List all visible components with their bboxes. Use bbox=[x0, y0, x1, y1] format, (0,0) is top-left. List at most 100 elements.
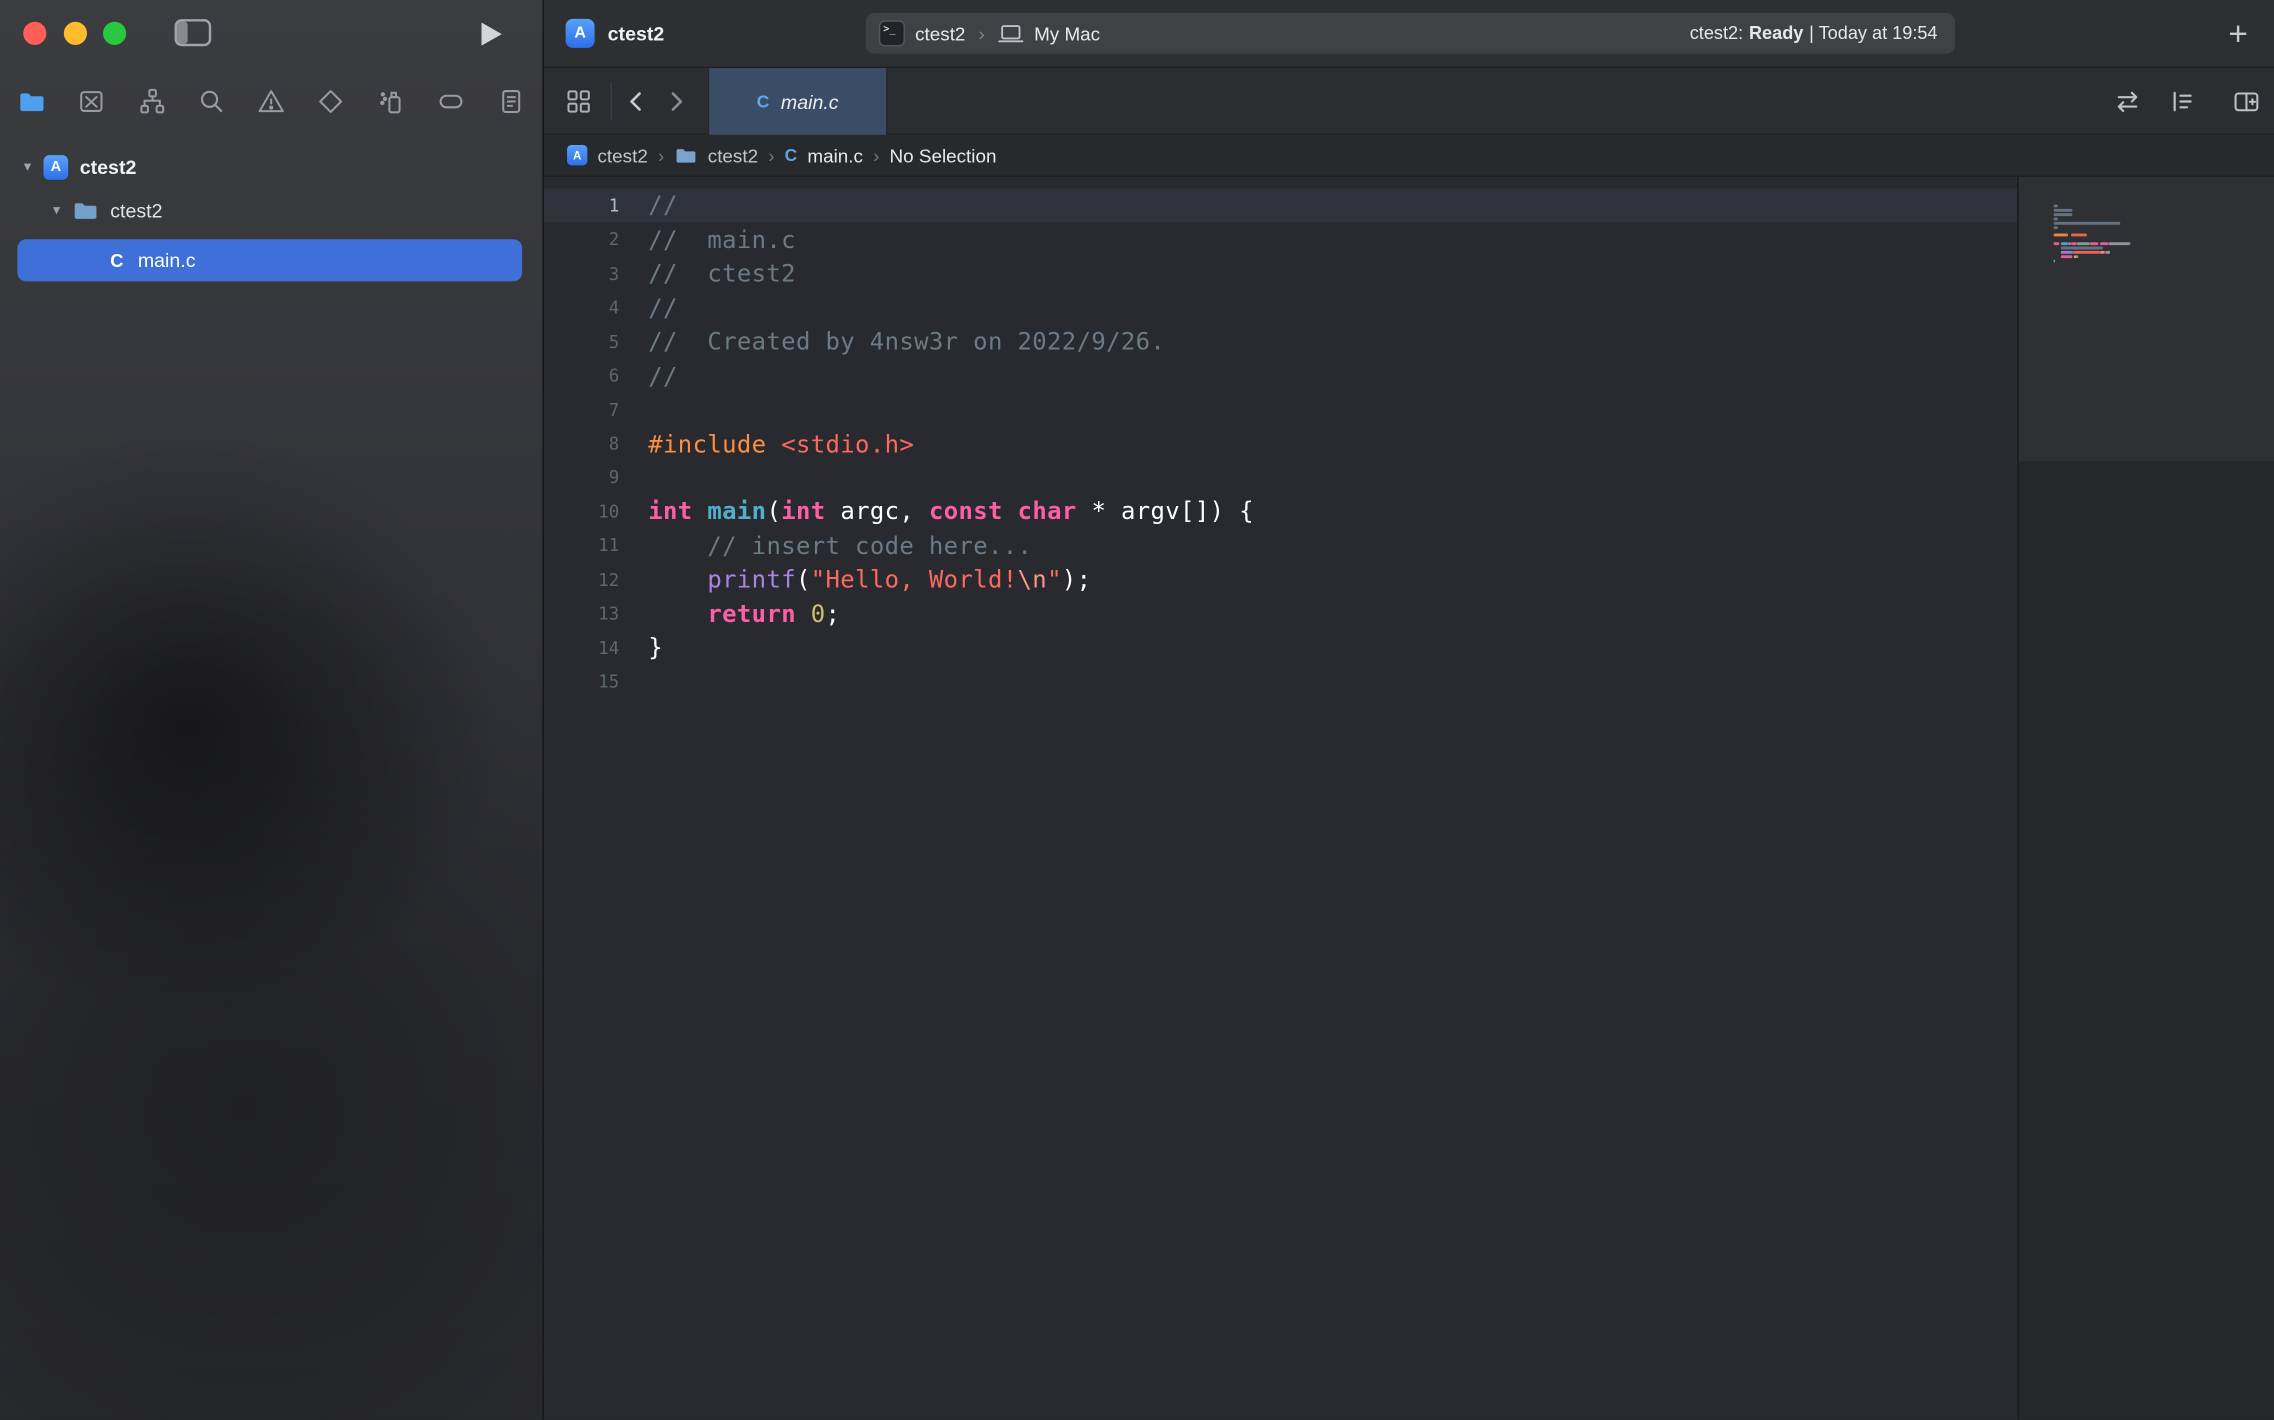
run-button[interactable] bbox=[479, 20, 504, 48]
code-line[interactable]: 5// Created by 4nsw3r on 2022/9/26. bbox=[544, 325, 2017, 359]
jumpbar-file[interactable]: main.c bbox=[807, 144, 863, 166]
code-line[interactable]: 6// bbox=[544, 359, 2017, 393]
tab-main-c[interactable]: C main.c bbox=[708, 68, 888, 135]
folder-icon bbox=[674, 146, 697, 165]
toggle-sidebar-button[interactable] bbox=[174, 17, 212, 49]
line-number[interactable]: 7 bbox=[544, 400, 619, 420]
chevron-right-icon: › bbox=[658, 144, 664, 166]
add-editor-icon[interactable] bbox=[2232, 87, 2261, 116]
code-line[interactable]: 14} bbox=[544, 631, 2017, 665]
line-number[interactable]: 15 bbox=[544, 672, 619, 692]
line-number[interactable]: 4 bbox=[544, 298, 619, 318]
tab-label: main.c bbox=[781, 91, 839, 113]
scheme-destination-label[interactable]: My Mac bbox=[1034, 22, 1100, 44]
code-line[interactable]: 2// main.c bbox=[544, 223, 2017, 257]
jumpbar-group[interactable]: ctest2 bbox=[708, 144, 758, 166]
disclosure-chevron-icon[interactable]: ▾ bbox=[20, 159, 35, 175]
project-navigator-icon[interactable] bbox=[15, 84, 50, 119]
code-text[interactable]: // main.c bbox=[619, 226, 796, 254]
code-line[interactable]: 4// bbox=[544, 291, 2017, 325]
tree-item-file-selected[interactable]: C main.c bbox=[17, 239, 522, 281]
line-number[interactable]: 14 bbox=[544, 638, 619, 658]
tests-navigator-icon[interactable] bbox=[314, 84, 349, 119]
forward-button[interactable] bbox=[661, 87, 690, 116]
code-text[interactable]: // bbox=[619, 362, 678, 390]
symbols-navigator-icon[interactable] bbox=[134, 84, 169, 119]
line-number[interactable]: 8 bbox=[544, 434, 619, 454]
tree-project-label[interactable]: ctest2 bbox=[80, 156, 137, 178]
library-add-button[interactable]: + bbox=[2228, 12, 2247, 56]
window-title: ctest2 bbox=[608, 0, 665, 68]
project-icon: A bbox=[567, 145, 587, 165]
code-review-icon[interactable] bbox=[2113, 87, 2142, 116]
code-line[interactable]: 15 bbox=[544, 665, 2017, 699]
line-number[interactable]: 6 bbox=[544, 366, 619, 386]
navigator-bar bbox=[0, 68, 542, 135]
debug-navigator-icon[interactable] bbox=[373, 84, 408, 119]
code-text[interactable]: // bbox=[619, 294, 678, 322]
code-line[interactable]: 11 // insert code here... bbox=[544, 529, 2017, 563]
tree-file-label[interactable]: main.c bbox=[138, 249, 196, 271]
breakpoints-navigator-icon[interactable] bbox=[433, 84, 468, 119]
chevron-right-icon: › bbox=[768, 144, 774, 166]
minimap-line bbox=[2054, 247, 2103, 250]
code-line[interactable]: 7 bbox=[544, 393, 2017, 427]
code-text[interactable]: } bbox=[619, 634, 663, 662]
activity-status[interactable]: ctest2: Ready | Today at 19:54 bbox=[1690, 23, 1938, 43]
code-text[interactable]: // insert code here... bbox=[619, 532, 1032, 560]
line-number[interactable]: 10 bbox=[544, 502, 619, 522]
code-text[interactable]: // ctest2 bbox=[619, 260, 796, 288]
code-text[interactable]: return 0; bbox=[619, 600, 840, 628]
code-line[interactable]: 13 return 0; bbox=[544, 597, 2017, 631]
editor-area: A ctest2 >_ ctest2 › My Mac ctest2: Read… bbox=[544, 0, 2274, 1420]
code-text[interactable]: printf("Hello, World!\n"); bbox=[619, 566, 1091, 594]
code-text[interactable]: #include <stdio.h> bbox=[619, 430, 914, 458]
screenshot-stage: ▾ A ctest2 ▾ ctest2 C main.c A ctest2 >_ bbox=[0, 0, 2274, 1420]
line-number[interactable]: 12 bbox=[544, 570, 619, 590]
toolbar: A ctest2 >_ ctest2 › My Mac ctest2: Read… bbox=[544, 0, 2274, 68]
sidebar-divider[interactable] bbox=[542, 0, 543, 1420]
line-number[interactable]: 11 bbox=[544, 536, 619, 556]
source-editor[interactable]: 1//2// main.c3// ctest24//5// Created by… bbox=[544, 177, 2017, 1420]
line-number[interactable]: 13 bbox=[544, 604, 619, 624]
issues-navigator-icon[interactable] bbox=[254, 84, 289, 119]
code-line[interactable]: 9 bbox=[544, 461, 2017, 495]
code-text[interactable]: // Created by 4nsw3r on 2022/9/26. bbox=[619, 328, 1165, 356]
reports-navigator-icon[interactable] bbox=[493, 84, 528, 119]
minimap-line bbox=[2054, 209, 2073, 212]
scheme-target-label[interactable]: ctest2 bbox=[915, 22, 965, 44]
scheme-selector[interactable]: >_ ctest2 › My Mac ctest2: Ready | Today… bbox=[864, 12, 1956, 56]
minimap-line bbox=[2054, 221, 2120, 224]
close-button[interactable] bbox=[23, 22, 46, 45]
code-line[interactable]: 12 printf("Hello, World!\n"); bbox=[544, 563, 2017, 597]
tree-item-project[interactable]: ▾ A ctest2 bbox=[0, 145, 542, 189]
disclosure-chevron-icon[interactable]: ▾ bbox=[49, 202, 64, 218]
tree-group-label[interactable]: ctest2 bbox=[110, 199, 162, 221]
back-button[interactable] bbox=[622, 87, 651, 116]
zoom-button[interactable] bbox=[103, 22, 126, 45]
line-number[interactable]: 9 bbox=[544, 468, 619, 488]
changes-navigator-icon[interactable] bbox=[74, 84, 109, 119]
minimap-lines bbox=[2019, 204, 2274, 320]
code-text[interactable]: // bbox=[619, 192, 678, 220]
minimap[interactable] bbox=[2017, 177, 2274, 1420]
line-number[interactable]: 2 bbox=[544, 229, 619, 249]
code-line[interactable]: 8#include <stdio.h> bbox=[544, 427, 2017, 461]
line-number[interactable]: 5 bbox=[544, 332, 619, 352]
code-text[interactable]: int main(int argc, const char * argv[]) … bbox=[619, 498, 1254, 526]
target-terminal-icon: >_ bbox=[879, 20, 905, 46]
line-number[interactable]: 3 bbox=[544, 263, 619, 283]
code-line[interactable]: 3// ctest2 bbox=[544, 257, 2017, 291]
minimize-button[interactable] bbox=[64, 22, 87, 45]
jump-bar: A ctest2 › ctest2 › C main.c › No Select… bbox=[544, 135, 2274, 177]
line-number[interactable]: 1 bbox=[544, 195, 619, 215]
code-line[interactable]: 10int main(int argc, const char * argv[]… bbox=[544, 495, 2017, 529]
minimap-options-icon[interactable] bbox=[2168, 87, 2197, 116]
minimap-line bbox=[2054, 217, 2058, 220]
jumpbar-selection[interactable]: No Selection bbox=[890, 144, 997, 166]
jumpbar-project[interactable]: ctest2 bbox=[598, 144, 648, 166]
code-line[interactable]: 1// bbox=[544, 189, 2017, 223]
related-items-grid-icon[interactable] bbox=[564, 87, 593, 116]
find-navigator-icon[interactable] bbox=[194, 84, 229, 119]
tree-item-group[interactable]: ▾ ctest2 bbox=[0, 189, 542, 233]
